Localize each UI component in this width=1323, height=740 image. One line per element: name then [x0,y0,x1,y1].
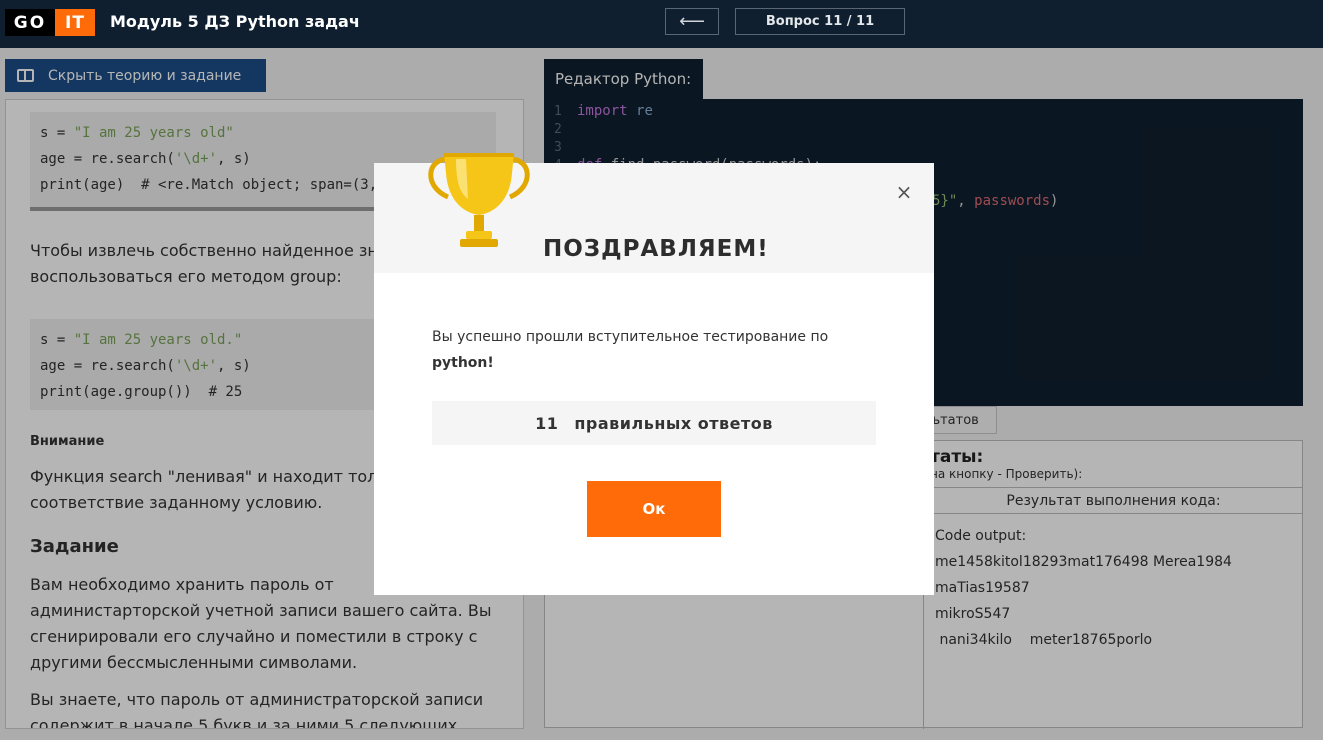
trophy-icon [428,153,530,247]
top-bar: GO IT Модуль 5 ДЗ Python задач ⟵ Вопрос … [0,0,1323,48]
logo-go: GO [5,9,55,36]
dialog-message: Вы успешно прошли вступительное тестиров… [432,329,829,371]
prev-question-button[interactable]: ⟵ [665,8,719,35]
goit-logo[interactable]: GO IT [5,9,95,36]
ok-button[interactable]: Ок [587,481,721,537]
close-icon[interactable]: × [895,182,913,202]
question-counter: Вопрос 11 / 11 [735,8,905,35]
dialog-title: ПОЗДРАВЛЯЕМ! [543,236,769,262]
score-label: правильных ответов [574,413,773,433]
course-title: Модуль 5 ДЗ Python задач [110,12,360,31]
dialog-header: ПОЗДРАВЛЯЕМ! × [374,153,934,273]
score-number: 11 [535,413,559,433]
congratulations-dialog: ПОЗДРАВЛЯЕМ! × Вы успешно прошли вступит… [374,153,934,595]
logo-it: IT [55,9,95,36]
score-box: 11 правильных ответов [432,401,876,445]
